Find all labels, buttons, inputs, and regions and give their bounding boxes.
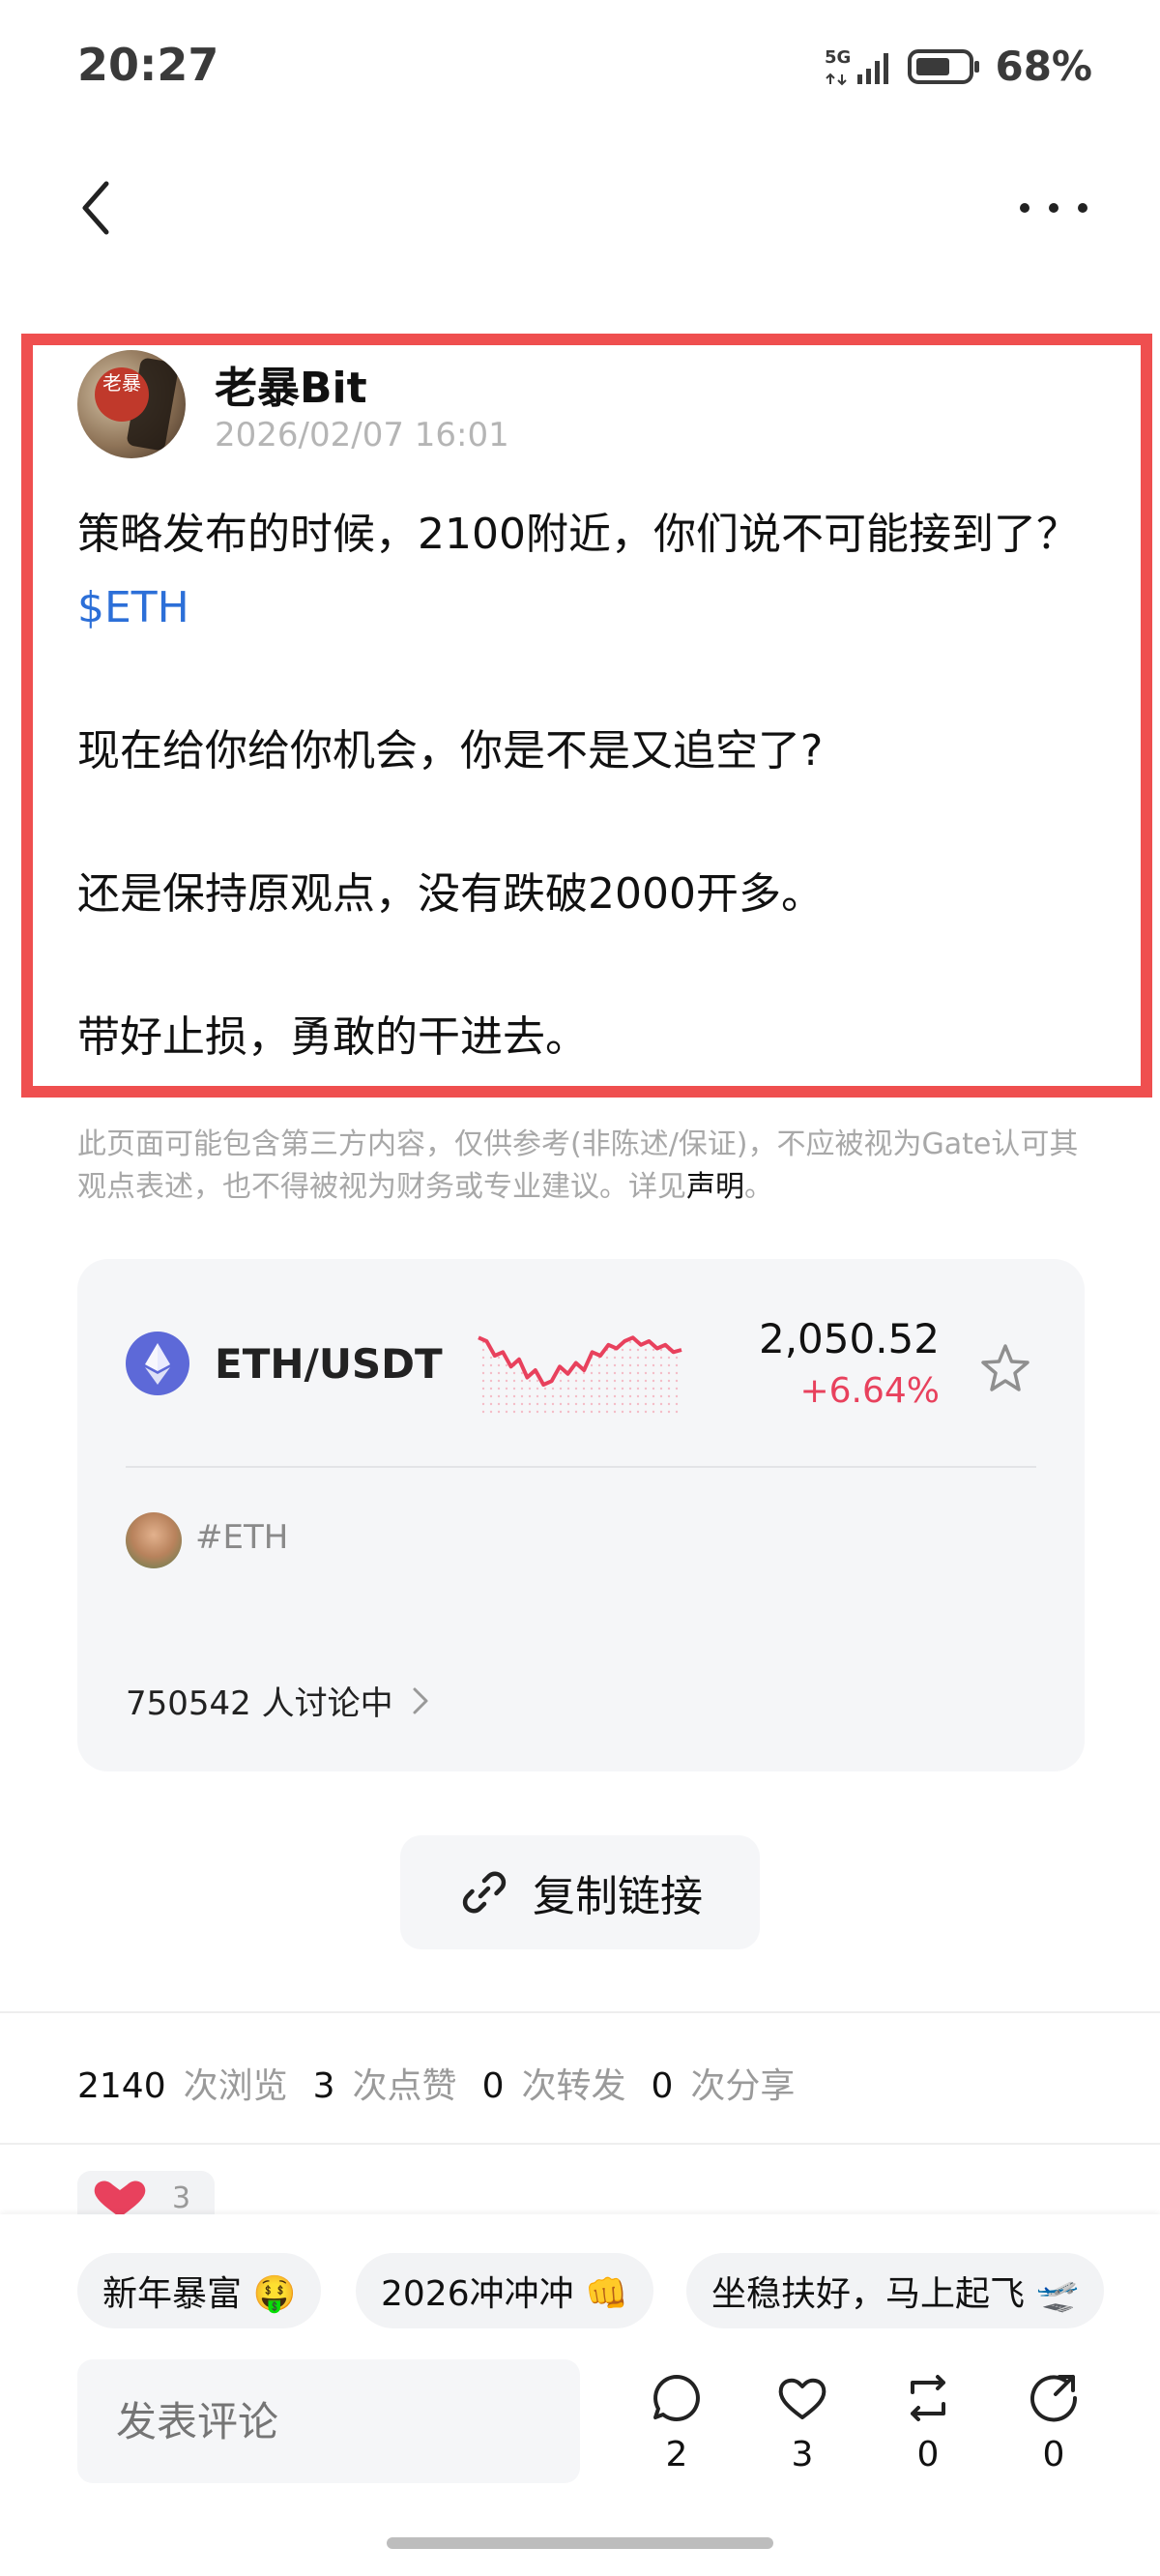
repost-action[interactable]: 0 — [889, 2369, 967, 2474]
favorite-star-button[interactable] — [976, 1340, 1034, 1398]
post-line-2: 现在给你给你机会，你是不是又追空了? — [77, 726, 824, 776]
share-icon — [1030, 2375, 1078, 2422]
section-divider — [0, 2143, 1160, 2145]
author-name[interactable]: 老暴Bit — [215, 353, 367, 415]
reposts-label: 次转发 — [521, 2066, 626, 2106]
ticker-link-eth[interactable]: $ETH — [77, 583, 189, 632]
price-sparkline — [478, 1335, 682, 1414]
comment-action[interactable]: 2 — [638, 2369, 715, 2474]
likes-count: 3 — [312, 2066, 335, 2106]
back-button[interactable] — [68, 174, 126, 242]
battery-icon — [908, 48, 980, 84]
like-action[interactable]: 3 — [764, 2369, 841, 2474]
disclaimer: 此页面可能包含第三方内容，仅供参考(非陈述/保证)，不应被视为Gate认可其观点… — [77, 1124, 1102, 1209]
more-options-button[interactable] — [1015, 184, 1092, 232]
copy-link-button[interactable]: 复制链接 — [400, 1835, 760, 1949]
post-body: 策略发布的时候，2100附近，你们说不可能接到了？ $ETH 现在给你给你机会，… — [77, 498, 1102, 1074]
disclaimer-statement-link[interactable]: 声明 — [686, 1170, 744, 1204]
post-line-1: 策略发布的时候，2100附近，你们说不可能接到了？ — [77, 510, 1079, 559]
disclaimer-text: 此页面可能包含第三方内容，仅供参考(非陈述/保证)，不应被视为Gate认可其观点… — [77, 1127, 1079, 1204]
topic-tag[interactable]: #ETH — [195, 1518, 288, 1557]
card-divider — [126, 1466, 1036, 1468]
copy-link-label: 复制链接 — [533, 1872, 703, 1921]
views-count: 2140 — [77, 2066, 166, 2106]
chevron-right-icon — [413, 1687, 428, 1713]
price-change: +6.64% — [799, 1371, 940, 1411]
svg-text:5G: 5G — [825, 47, 851, 68]
post-line-3: 还是保持原观点，没有跌破2000开多。 — [77, 869, 824, 919]
last-price: 2,050.52 — [758, 1315, 940, 1362]
comment-bubble-icon — [653, 2375, 700, 2421]
post-stats: 2140 次浏览 3 次点赞 0 次转发 0 次分享 — [77, 2058, 802, 2108]
post-timestamp: 2026/02/07 16:01 — [215, 416, 509, 454]
likes-label: 次点赞 — [352, 2066, 457, 2106]
heart-outline-icon — [778, 2378, 826, 2419]
discussion-count-link[interactable]: 750542 人讨论中 — [126, 1677, 430, 1724]
share-count: 0 — [1042, 2435, 1065, 2474]
like-count: 3 — [791, 2435, 814, 2474]
author-avatar[interactable]: 老暴 — [77, 350, 186, 458]
shares-label: 次分享 — [690, 2066, 796, 2106]
repost-icon — [911, 2375, 945, 2421]
quick-reply-chip-3[interactable]: 坐稳扶好，马上起飞 🛫 — [686, 2253, 1105, 2328]
share-action[interactable]: 0 — [1015, 2369, 1092, 2474]
chevron-left-icon — [82, 181, 109, 235]
comment-input[interactable] — [77, 2359, 580, 2483]
home-indicator — [387, 2537, 773, 2549]
battery-percent: 68% — [995, 43, 1092, 90]
discussion-count: 750542 人讨论中 — [126, 1684, 393, 1723]
quick-reply-chip-2[interactable]: 2026冲冲冲 👊 — [356, 2253, 653, 2328]
market-card[interactable]: ETH/USDT 2,050.52 +6.64% #ETH 750542 人讨论… — [77, 1259, 1085, 1771]
signal-5g-icon: 5G — [825, 47, 889, 85]
status-indicators: 5G 68% — [825, 43, 1092, 90]
reposts-count: 0 — [481, 2066, 505, 2106]
shares-count: 0 — [651, 2066, 674, 2106]
post-line-4: 带好止损，勇敢的干进去。 — [77, 1012, 588, 1062]
repost-count: 0 — [916, 2435, 940, 2474]
disclaimer-end: 。 — [744, 1170, 773, 1204]
trading-pair[interactable]: ETH/USDT — [215, 1340, 443, 1388]
quick-reply-chip-1[interactable]: 新年暴富 🤑 — [77, 2253, 322, 2328]
avatar-seal: 老暴 — [95, 367, 149, 422]
status-time: 20:27 — [77, 39, 219, 91]
star-icon — [981, 1344, 1030, 1391]
heart-reaction-count: 3 — [172, 2181, 190, 2215]
comment-count: 2 — [665, 2435, 688, 2474]
section-divider — [0, 2011, 1160, 2013]
eth-logo-icon — [126, 1332, 189, 1395]
topic-avatar — [126, 1512, 182, 1568]
link-icon — [462, 1871, 507, 1914]
more-dots-icon — [1020, 203, 1088, 213]
views-label: 次浏览 — [183, 2066, 288, 2106]
